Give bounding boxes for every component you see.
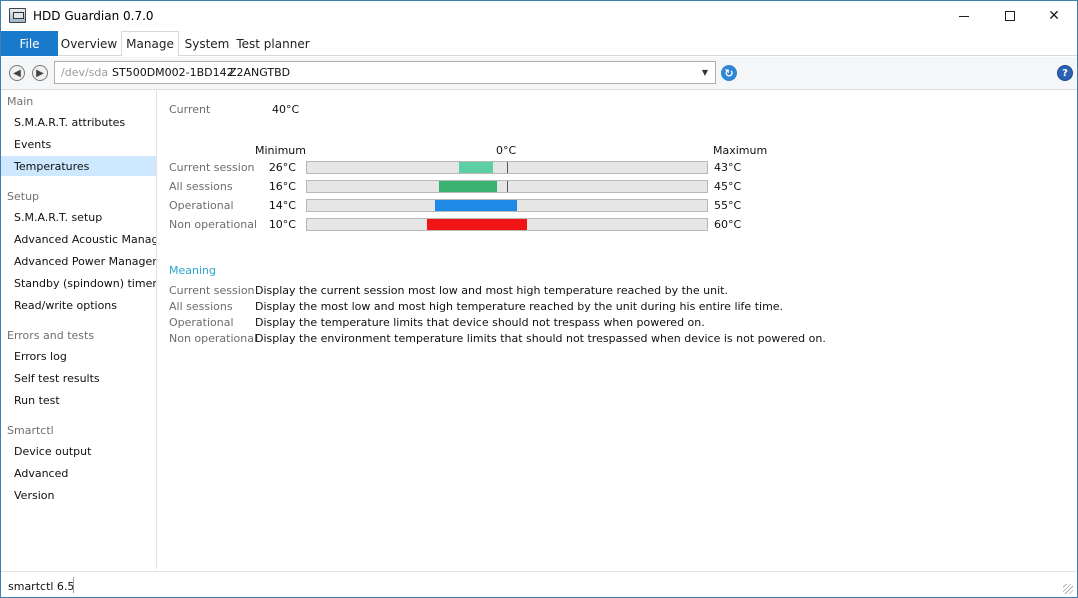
meaning-label: Current session bbox=[169, 284, 255, 297]
help-button[interactable]: ? bbox=[1057, 65, 1073, 81]
meaning-label: Non operational bbox=[169, 332, 258, 345]
temp-row-max: 60°C bbox=[714, 218, 742, 231]
sidebar-item-self-test-results[interactable]: Self test results bbox=[1, 368, 156, 388]
meaning-text: Display the current session most low and… bbox=[255, 284, 728, 297]
dropdown-arrow-icon[interactable]: ▼ bbox=[698, 65, 712, 80]
maximize-button[interactable] bbox=[987, 1, 1033, 31]
sidebar: Main S.M.A.R.T. attributes Events Temper… bbox=[1, 91, 157, 569]
sidebar-item-power-management[interactable]: Advanced Power Management bbox=[1, 251, 156, 271]
temp-row-label: Operational bbox=[169, 199, 234, 212]
tab-system[interactable]: System bbox=[181, 31, 233, 56]
meaning-title: Meaning bbox=[169, 264, 216, 277]
minimize-button[interactable] bbox=[941, 1, 987, 31]
temp-row-max: 43°C bbox=[714, 161, 742, 174]
zero-degree-header: 0°C bbox=[496, 144, 517, 157]
temp-row-max: 55°C bbox=[714, 199, 742, 212]
close-icon: ✕ bbox=[1048, 8, 1060, 24]
window-title: HDD Guardian 0.7.0 bbox=[33, 9, 154, 23]
minimize-icon bbox=[959, 15, 969, 17]
meaning-text: Display the temperature limits that devi… bbox=[255, 316, 705, 329]
temp-range-fill bbox=[435, 200, 517, 211]
refresh-button[interactable]: ↻ bbox=[721, 65, 737, 81]
sidebar-item-acoustic-management[interactable]: Advanced Acoustic Management bbox=[1, 229, 156, 249]
temp-range-bar bbox=[306, 218, 708, 231]
app-window: HDD Guardian 0.7.0 ✕ File Overview Manag… bbox=[0, 0, 1078, 598]
temp-row-label: All sessions bbox=[169, 180, 233, 193]
sidebar-group-setup: Setup bbox=[7, 190, 40, 203]
sidebar-item-advanced[interactable]: Advanced bbox=[1, 463, 156, 483]
status-separator bbox=[73, 577, 74, 593]
temp-range-bar bbox=[306, 180, 708, 193]
temp-range-fill bbox=[459, 162, 493, 173]
question-mark-icon: ? bbox=[1062, 67, 1068, 79]
temp-range-bar bbox=[306, 199, 708, 212]
ribbon-tabs: File Overview Manage System Test planner bbox=[1, 31, 1077, 57]
sidebar-item-version[interactable]: Version bbox=[1, 485, 156, 505]
sidebar-group-main: Main bbox=[7, 95, 34, 108]
status-bar: smartctl 6.5 bbox=[1, 571, 1077, 597]
tab-test-planner[interactable]: Test planner bbox=[235, 31, 311, 56]
current-temp-label: Current bbox=[169, 103, 211, 116]
maximize-icon bbox=[1005, 11, 1015, 21]
hdd-app-icon bbox=[9, 8, 26, 23]
title-bar: HDD Guardian 0.7.0 ✕ bbox=[1, 1, 1077, 31]
device-model: ST500DM002-1BD142 bbox=[112, 66, 234, 79]
back-button[interactable]: ◀ bbox=[9, 65, 25, 81]
meaning-text: Display the environment temperature limi… bbox=[255, 332, 826, 345]
arrow-left-icon: ◀ bbox=[13, 67, 21, 79]
temp-row-min: 16°C bbox=[268, 180, 296, 193]
device-selector[interactable]: /dev/sda ST500DM002-1BD142 Z2ANGTBD ▼ bbox=[54, 61, 716, 84]
meaning-label: Operational bbox=[169, 316, 234, 329]
sidebar-item-standby-timer[interactable]: Standby (spindown) timer bbox=[1, 273, 156, 293]
temp-row-label: Non operational bbox=[169, 218, 258, 231]
temp-row-label: Current session bbox=[169, 161, 255, 174]
temp-row-min: 14°C bbox=[268, 199, 296, 212]
sidebar-item-run-test[interactable]: Run test bbox=[1, 390, 156, 410]
meaning-label: All sessions bbox=[169, 300, 233, 313]
temp-range-fill bbox=[439, 181, 497, 192]
meaning-text: Display the most low and most high tempe… bbox=[255, 300, 784, 313]
sidebar-item-read-write-options[interactable]: Read/write options bbox=[1, 295, 156, 315]
sidebar-item-events[interactable]: Events bbox=[1, 134, 156, 154]
temp-range-fill bbox=[427, 219, 527, 230]
refresh-icon: ↻ bbox=[724, 66, 734, 80]
temp-row-min: 10°C bbox=[268, 218, 296, 231]
temp-row-min: 26°C bbox=[268, 161, 296, 174]
maximum-header: Maximum bbox=[713, 144, 768, 157]
file-menu-button[interactable]: File bbox=[1, 31, 58, 56]
sidebar-group-errors-tests: Errors and tests bbox=[7, 329, 95, 342]
temperatures-panel: Current 40°C Minimum 0°C Maximum Current… bbox=[158, 91, 1077, 569]
device-path: /dev/sda bbox=[61, 66, 109, 79]
sidebar-item-smart-setup[interactable]: S.M.A.R.T. setup bbox=[1, 207, 156, 227]
zero-marker bbox=[507, 162, 508, 173]
current-temp-value: 40°C bbox=[272, 103, 300, 116]
tab-manage[interactable]: Manage bbox=[121, 31, 179, 57]
minimum-header: Minimum bbox=[255, 144, 306, 157]
zero-marker bbox=[507, 181, 508, 192]
arrow-right-icon: ▶ bbox=[36, 67, 44, 79]
device-serial: Z2ANGTBD bbox=[229, 66, 291, 79]
sidebar-item-temperatures[interactable]: Temperatures bbox=[1, 156, 156, 176]
smartctl-version-status: smartctl 6.5 bbox=[8, 580, 75, 593]
forward-button[interactable]: ▶ bbox=[32, 65, 48, 81]
resize-grip-icon[interactable] bbox=[1063, 584, 1073, 594]
sidebar-item-smart-attributes[interactable]: S.M.A.R.T. attributes bbox=[1, 112, 156, 132]
tab-overview[interactable]: Overview bbox=[59, 31, 119, 56]
close-button[interactable]: ✕ bbox=[1031, 1, 1077, 31]
temp-row-max: 45°C bbox=[714, 180, 742, 193]
sidebar-item-errors-log[interactable]: Errors log bbox=[1, 346, 156, 366]
device-address-bar: ◀ ▶ /dev/sda ST500DM002-1BD142 Z2ANGTBD … bbox=[1, 57, 1077, 90]
temp-range-bar bbox=[306, 161, 708, 174]
sidebar-group-smartctl: Smartctl bbox=[7, 424, 54, 437]
sidebar-item-device-output[interactable]: Device output bbox=[1, 441, 156, 461]
